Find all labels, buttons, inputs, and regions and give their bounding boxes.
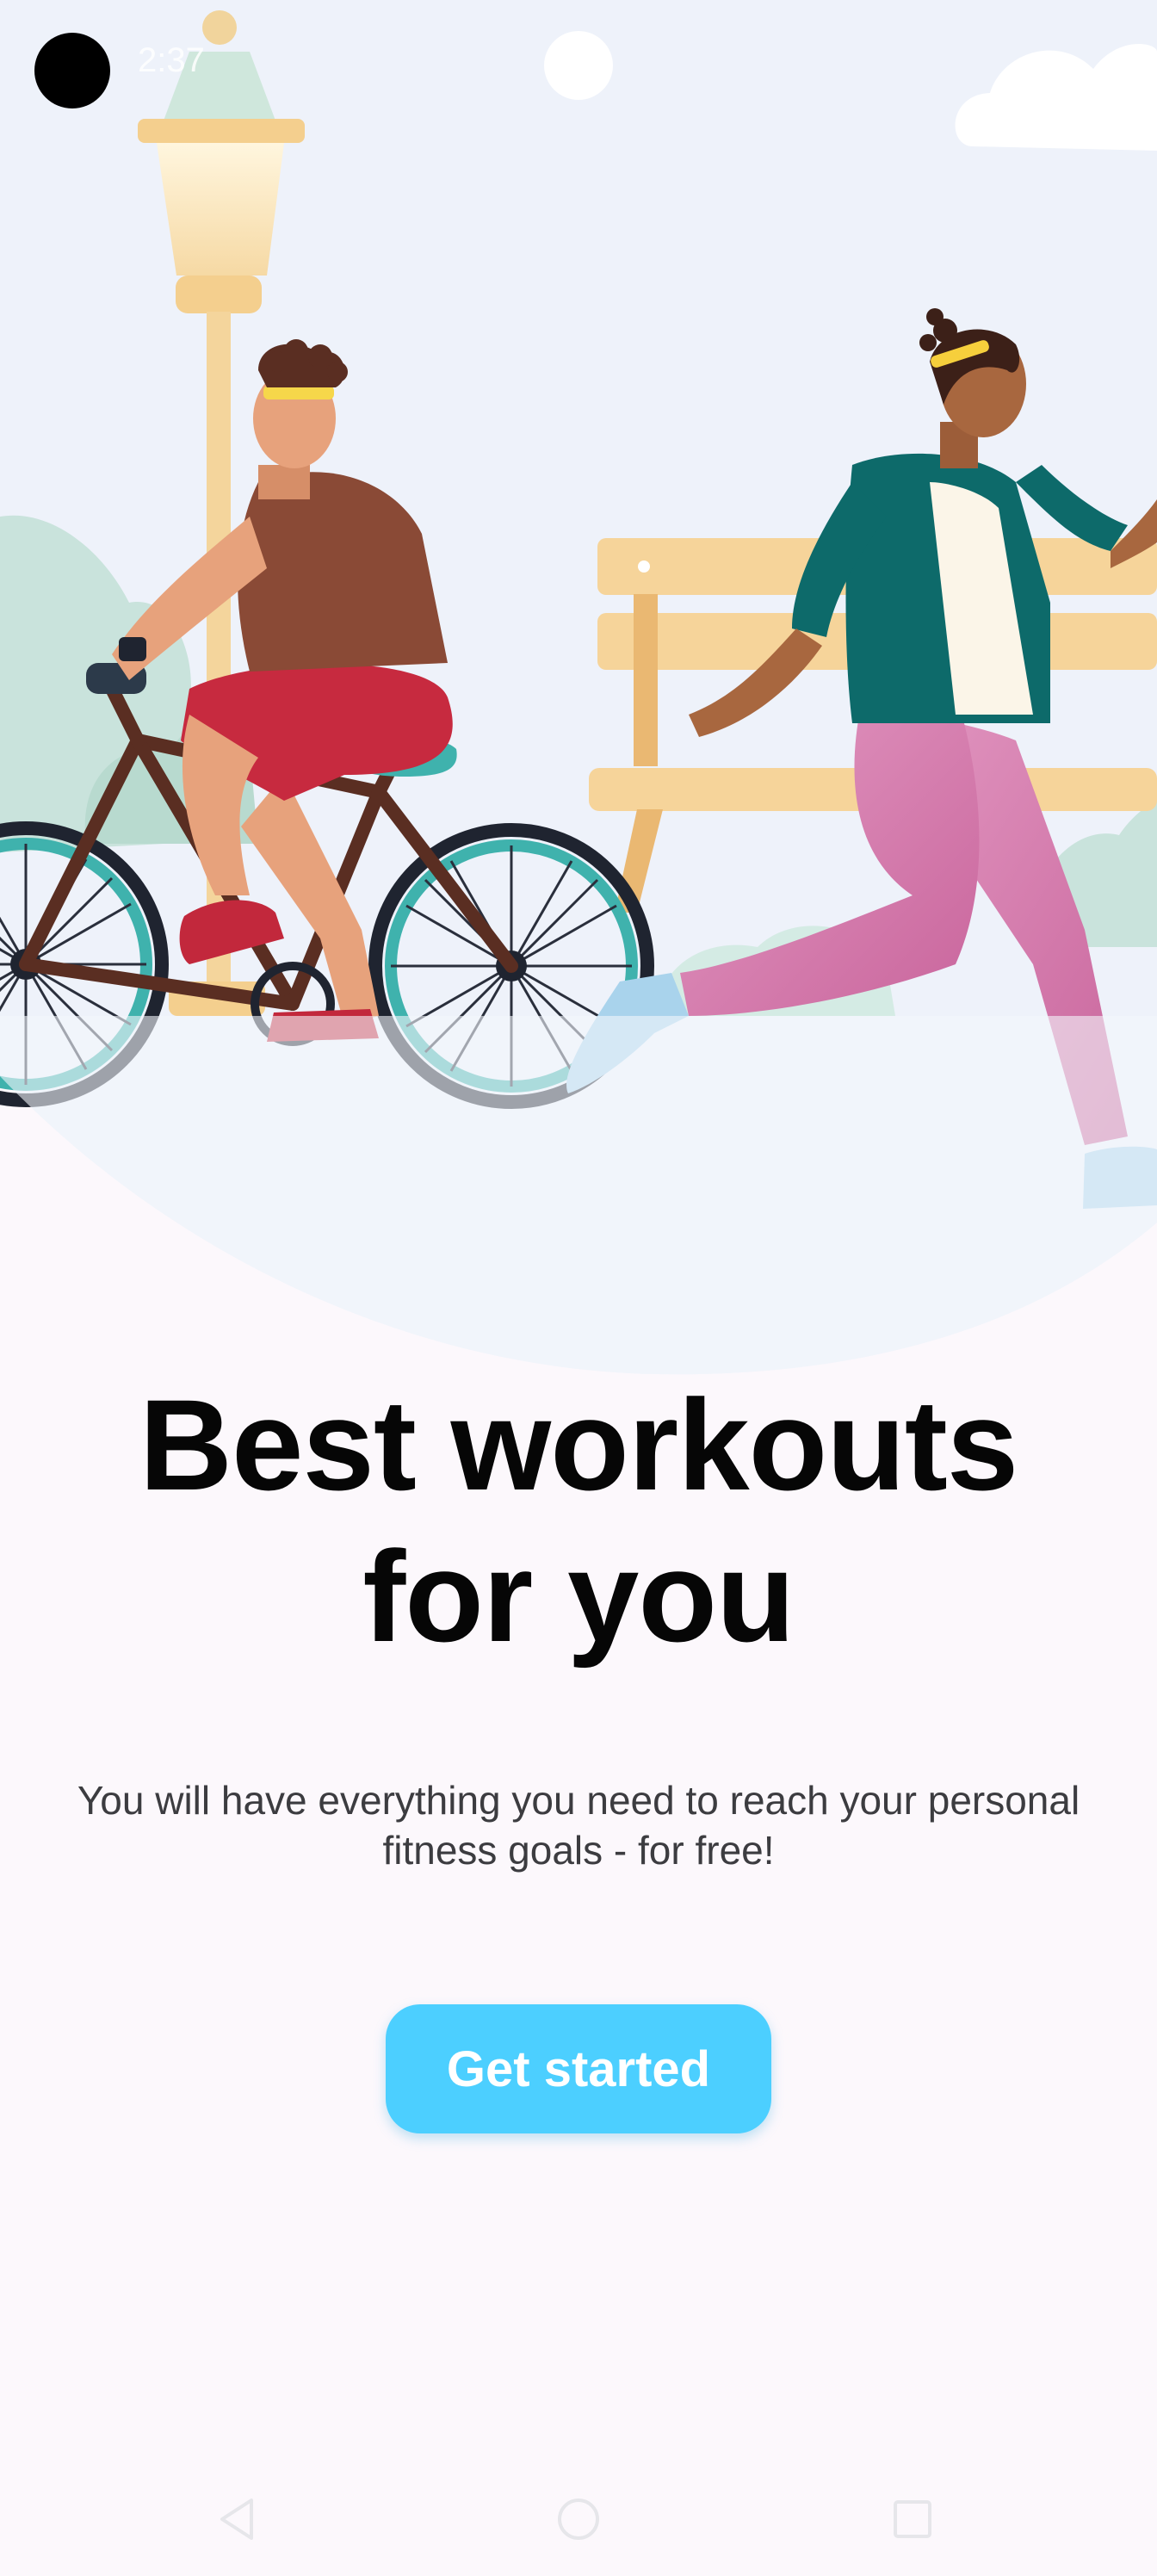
page-subtitle: You will have everything you need to rea… (52, 1775, 1105, 1875)
status-time: 2:37 (138, 41, 205, 79)
page-title: Best workouts for you (0, 1369, 1157, 1672)
page-title-line-2: for you (362, 1524, 795, 1669)
back-triangle-icon[interactable] (207, 2488, 269, 2550)
page-title-line-1: Best workouts (139, 1372, 1019, 1517)
get-started-button[interactable]: Get started (386, 2004, 771, 2133)
page-subtitle-line-2: fitness goals - for free! (382, 1828, 775, 1873)
page-subtitle-line-1: You will have everything you need to rea… (77, 1778, 1080, 1823)
status-bar: 2:37 (0, 0, 1157, 138)
navigation-bar (0, 2462, 1157, 2576)
camera-cutout (34, 33, 110, 108)
home-circle-icon[interactable] (548, 2488, 609, 2550)
hero-illustration (0, 0, 1157, 1378)
recents-square-icon[interactable] (882, 2488, 944, 2550)
